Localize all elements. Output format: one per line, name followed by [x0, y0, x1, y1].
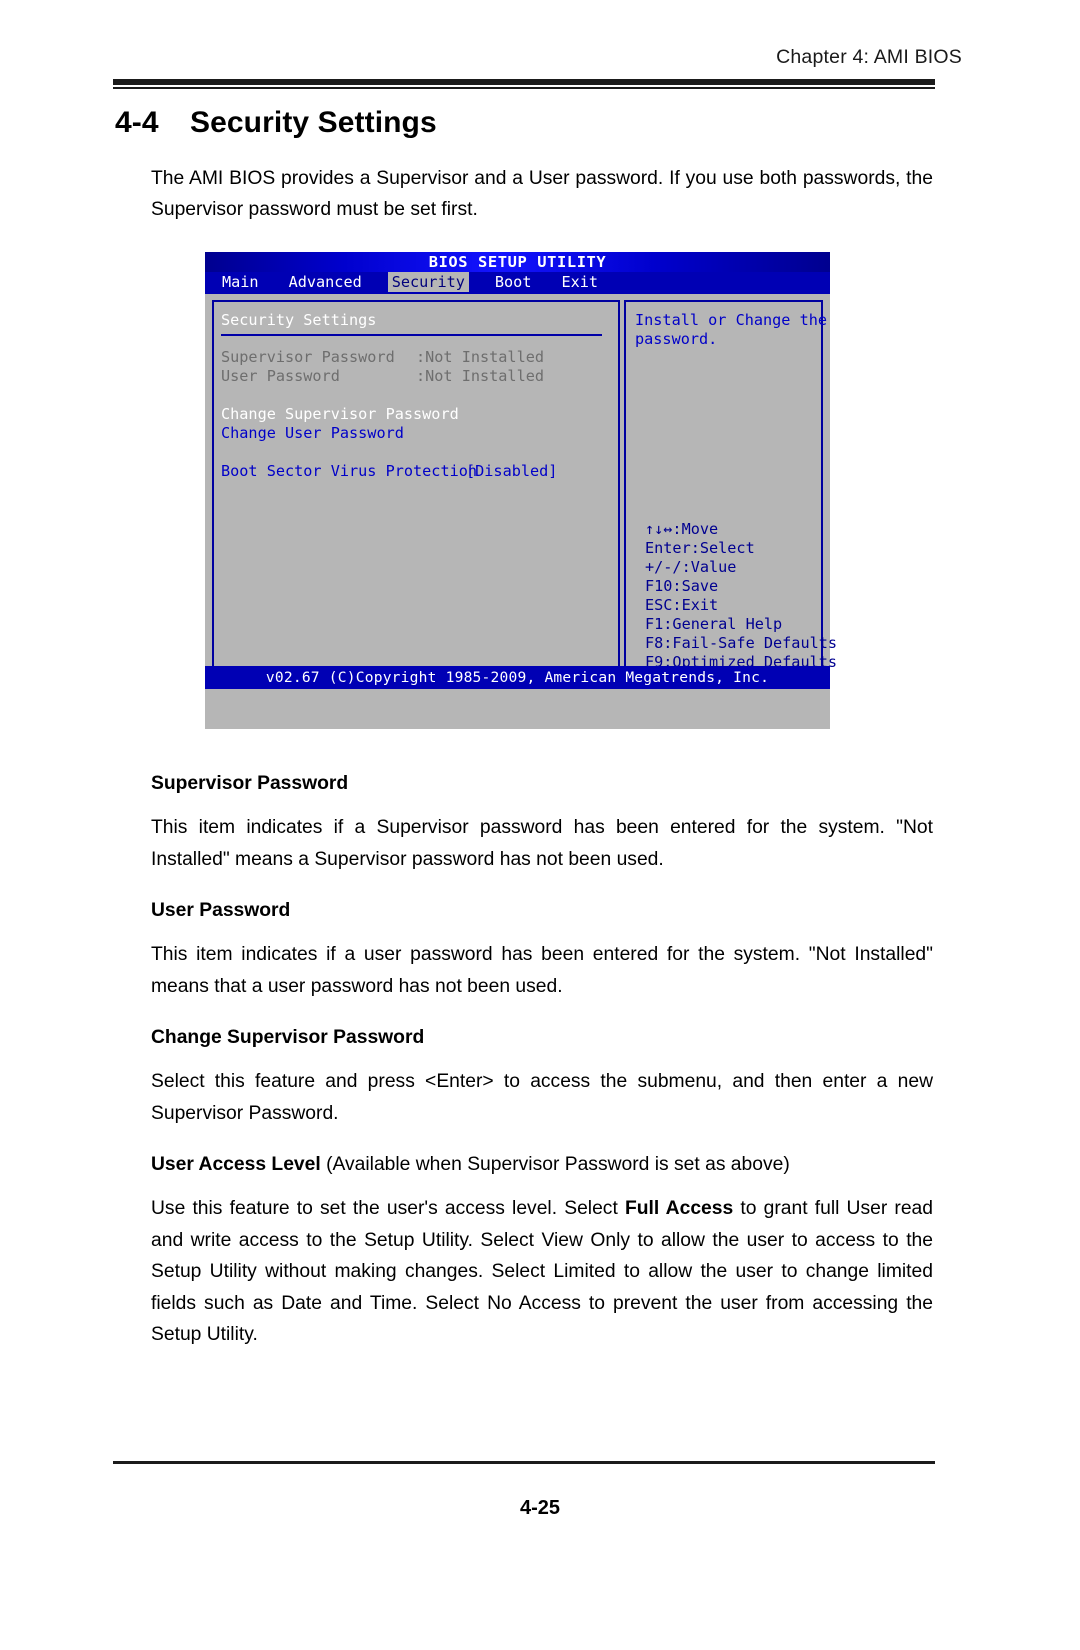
bios-help-text-line1: Install or Change the [635, 311, 828, 329]
bios-key-value: +/-/:Value [645, 558, 737, 576]
paragraph-bold-full-access: Full Access [624, 1198, 734, 1219]
bios-row-supervisor-password: Supervisor Password :Not Installed [221, 348, 618, 367]
bios-key-enter-select: Enter:Select [645, 539, 755, 557]
section-title-text: Security Settings [190, 106, 437, 139]
heading-user-access-level-bold: User Access Level [151, 1154, 321, 1175]
bios-titlebar: BIOS SETUP UTILITY [205, 252, 830, 272]
bios-setup-screenshot: BIOS SETUP UTILITY Main Advanced Security B… [205, 252, 837, 729]
page-title: 4-4 Security Settings [115, 106, 945, 140]
bios-tab-boot[interactable]: Boot [491, 272, 536, 292]
bios-key-f8-fail-safe-defaults: F8:Fail-Safe Defaults [645, 634, 838, 652]
bios-key-f1-general-help: F1:General Help [645, 615, 783, 633]
bios-pane-divider [221, 334, 602, 336]
footer-rule [113, 1461, 935, 1464]
bios-tab-exit[interactable]: Exit [557, 272, 602, 292]
bios-tab-security[interactable]: Security [387, 272, 469, 292]
bios-key-f10-save: F10:Save [645, 577, 719, 595]
bios-body: Security Settings Supervisor Password :No… [205, 294, 837, 689]
header-rule-thin [113, 87, 935, 89]
header-rule-thick [113, 79, 935, 85]
heading-user-password: User Password [151, 900, 291, 921]
heading-supervisor-password: Supervisor Password [151, 773, 349, 794]
section-supervisor-password: Supervisor Password This item indicates … [151, 772, 933, 875]
bios-label-boot-sector-virus-protection: Boot Sector Virus Protection [221, 462, 478, 480]
paragraph-supervisor-password: This item indicates if a Supervisor pass… [151, 817, 933, 870]
page-number: 4-25 [519, 1497, 561, 1519]
paragraph-user-password: This item indicates if a user password h… [151, 944, 933, 997]
bios-menubar: Main Advanced Security Boot Exit [205, 272, 830, 294]
running-header: Chapter 4: AMI BIOS [776, 46, 962, 68]
bios-settings-pane: Security Settings Supervisor Password :No… [212, 300, 620, 683]
heading-user-access-level: User Access Level (Available when Superv… [151, 1153, 933, 1177]
section-number: 4-4 [115, 106, 159, 139]
bios-label-user-password: User Password [221, 367, 340, 385]
bios-spacer-1 [221, 386, 618, 405]
bios-copyright-bar: v02.67 (C)Copyright 1985-2009, American … [205, 666, 830, 689]
bios-pane-heading: Security Settings [221, 311, 377, 329]
bios-value-supervisor-password: :Not Installed [416, 348, 545, 366]
bios-title: BIOS SETUP UTILITY [428, 253, 607, 271]
section-user-access-level: User Access Level (Available when Superv… [151, 1153, 933, 1351]
section-change-supervisor-password: Change Supervisor Password Select this f… [151, 1026, 933, 1129]
bios-value-boot-sector-virus-protection: [Disabled] [466, 462, 558, 480]
section-user-password: User Password This item indicates if a u… [151, 899, 933, 1002]
paragraph-user-access-level: Use this feature to set the user's acces… [151, 1193, 933, 1351]
bios-row-user-password: User Password :Not Installed [221, 367, 618, 386]
bios-help-text-line2: password. [635, 330, 718, 348]
paragraph-part-1: Use this feature to set the user's acces… [151, 1198, 625, 1219]
bios-key-esc-exit: ESC:Exit [645, 596, 719, 614]
bios-item-change-supervisor-password[interactable]: Change Supervisor Password [221, 405, 618, 424]
document-page: Chapter 4: AMI BIOS 4-4 Security Settings… [0, 0, 1080, 1650]
bios-help-pane: Install or Change the password. ↑↓↔:Move… [624, 300, 837, 683]
bios-key-legend: ↑↓↔:Move Enter:Select +/-/:Value F10:Sav… [645, 520, 837, 672]
bios-item-change-user-password[interactable]: Change User Password [221, 424, 618, 443]
heading-user-access-level-note: (Available when Supervisor Password is s… [320, 1154, 790, 1175]
bios-tab-main[interactable]: Main [218, 272, 263, 292]
paragraph-change-supervisor-password: Select this feature and press <Enter> to… [151, 1071, 933, 1124]
bios-key-move: ↑↓↔:Move [645, 520, 719, 538]
bios-spacer-2 [221, 443, 618, 462]
paragraph-part-2: to grant full User read and write access… [151, 1198, 934, 1345]
bios-tab-advanced[interactable]: Advanced [285, 272, 366, 292]
bios-row-boot-sector-virus-protection[interactable]: Boot Sector Virus Protection[Disabled] [221, 462, 618, 481]
bios-label-supervisor-password: Supervisor Password [221, 348, 395, 366]
intro-paragraph: The AMI BIOS provides a Supervisor and a… [151, 168, 933, 220]
bios-value-user-password: :Not Installed [416, 367, 545, 385]
header-rule [113, 79, 935, 89]
heading-change-supervisor-password: Change Supervisor Password [151, 1027, 425, 1048]
